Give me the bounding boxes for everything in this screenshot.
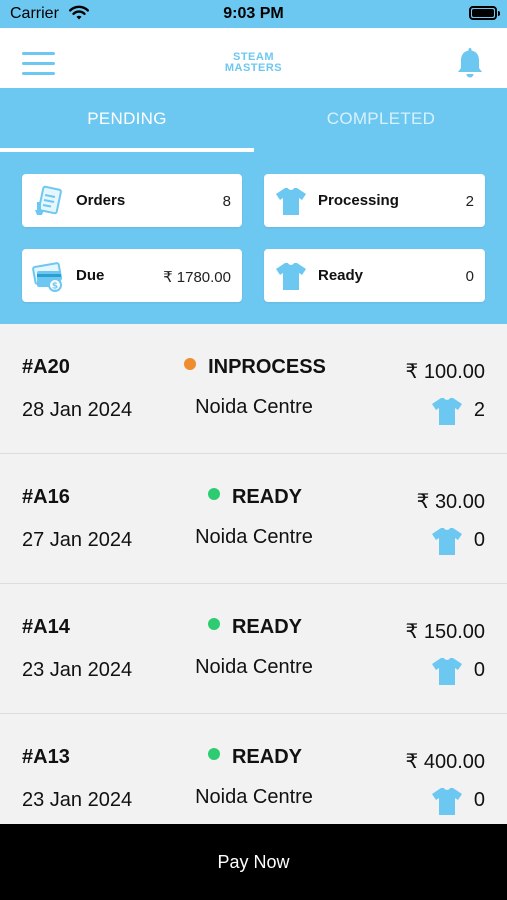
ready-summary-card[interactable]: Ready 0 xyxy=(264,249,485,302)
order-date: 28 Jan 2024 xyxy=(22,399,133,421)
tab-pending[interactable]: PENDING xyxy=(0,88,254,152)
order-row[interactable]: #A20 28 Jan 2024 INPROCESS Noida Centre … xyxy=(0,324,507,454)
app-header: STEAM MASTERS xyxy=(0,28,507,88)
ready-label: Ready xyxy=(318,267,364,284)
order-row[interactable]: #A14 23 Jan 2024 READY Noida Centre ₹ 15… xyxy=(0,584,507,714)
status-dot xyxy=(207,488,220,500)
due-amount: ₹ 1780.00 xyxy=(163,269,231,286)
order-item-count: 0 xyxy=(473,529,485,551)
order-status-text: READY xyxy=(231,486,302,508)
tshirt-icon xyxy=(432,788,462,815)
order-date: 27 Jan 2024 xyxy=(22,529,133,551)
orders-count: 8 xyxy=(222,193,231,210)
order-date: 23 Jan 2024 xyxy=(22,789,133,811)
tshirt-icon xyxy=(432,528,462,555)
order-price: ₹ 100.00 xyxy=(405,361,485,383)
order-id: #A16 xyxy=(22,486,70,508)
app-logo: STEAM MASTERS xyxy=(0,52,507,74)
order-status-text: READY xyxy=(231,746,302,768)
orders-list: #A20 28 Jan 2024 INPROCESS Noida Centre … xyxy=(0,324,507,824)
order-id: #A20 xyxy=(22,356,70,378)
orders-summary-card[interactable]: Orders 8 xyxy=(22,174,242,227)
order-row[interactable]: #A13 23 Jan 2024 READY Noida Centre ₹ 40… xyxy=(0,714,507,824)
bell-icon[interactable] xyxy=(455,46,485,80)
order-status: READY xyxy=(180,616,330,639)
processing-summary-card[interactable]: Processing 2 xyxy=(264,174,485,227)
order-status-text: INPROCESS xyxy=(208,356,326,378)
tshirt-icon xyxy=(276,188,306,215)
status-time: 9:03 PM xyxy=(223,5,284,22)
order-id: #A14 xyxy=(22,616,70,638)
order-price: ₹ 30.00 xyxy=(416,491,485,513)
battery-icon xyxy=(469,6,500,20)
active-tab-indicator xyxy=(0,148,254,152)
order-item-count: 2 xyxy=(473,399,485,421)
summary-panel: PENDING COMPLETED Orders 8 Processing 2 … xyxy=(0,88,507,324)
status-dot xyxy=(207,748,220,760)
order-price: ₹ 400.00 xyxy=(405,751,485,773)
order-location: Noida Centre xyxy=(195,526,313,548)
pay-bar: Pay Now xyxy=(0,824,507,900)
order-location: Noida Centre xyxy=(195,786,313,808)
order-status: READY xyxy=(180,746,330,769)
receipt-icon xyxy=(35,185,62,215)
order-date: 23 Jan 2024 xyxy=(22,659,133,681)
order-id: #A13 xyxy=(22,746,70,768)
tshirt-icon xyxy=(432,658,462,685)
order-item-count: 0 xyxy=(473,659,485,681)
status-bar: Carrier 9:03 PM xyxy=(0,0,507,28)
order-status: INPROCESS xyxy=(180,356,330,379)
order-location: Noida Centre xyxy=(195,656,313,678)
due-summary-card[interactable]: $ Due ₹ 1780.00 xyxy=(22,249,242,302)
order-item-count: 0 xyxy=(473,789,485,811)
tab-completed[interactable]: COMPLETED xyxy=(254,88,507,152)
tshirt-icon xyxy=(276,263,306,290)
order-location: Noida Centre xyxy=(195,396,313,418)
svg-text:$: $ xyxy=(52,282,58,292)
orders-label: Orders xyxy=(76,192,126,209)
status-dot xyxy=(184,358,197,370)
tshirt-icon xyxy=(432,398,462,425)
order-status: READY xyxy=(180,486,330,509)
processing-label: Processing xyxy=(318,192,399,209)
status-dot xyxy=(207,618,220,630)
order-price: ₹ 150.00 xyxy=(405,621,485,643)
order-row[interactable]: #A16 27 Jan 2024 READY Noida Centre ₹ 30… xyxy=(0,454,507,584)
due-label: Due xyxy=(76,267,105,284)
ready-count: 0 xyxy=(465,268,474,285)
logo-line-2: MASTERS xyxy=(224,62,283,74)
payment-card-icon: $ xyxy=(32,262,63,292)
processing-count: 2 xyxy=(465,193,474,210)
order-status-text: READY xyxy=(231,616,302,638)
pay-now-button[interactable]: Pay Now xyxy=(0,824,507,900)
